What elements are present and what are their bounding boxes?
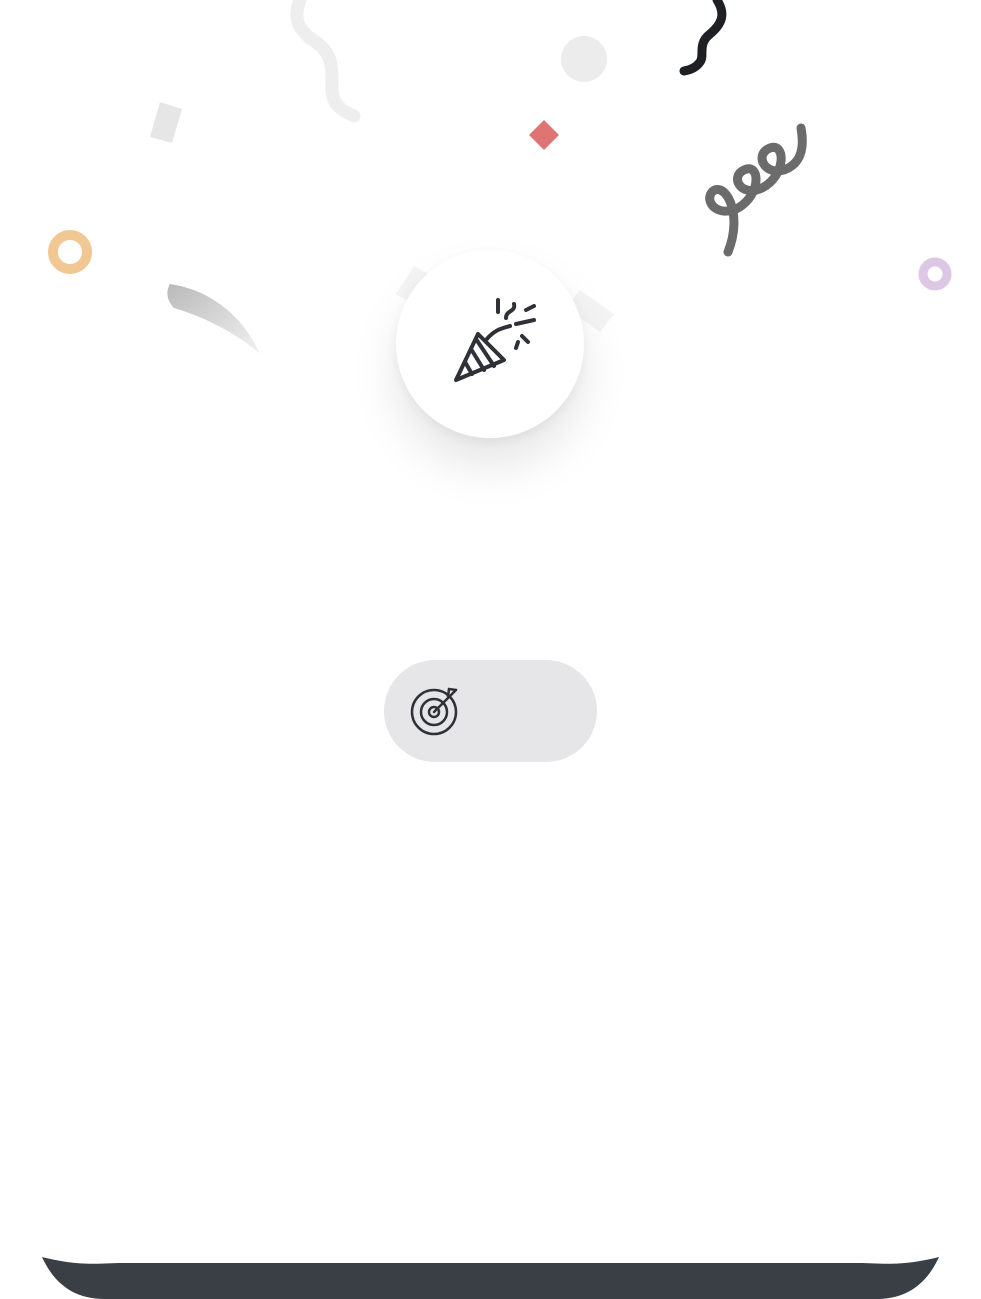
confetti-rect-gray <box>150 102 182 143</box>
party-popper-icon <box>454 298 536 382</box>
confetti-spring <box>705 123 807 257</box>
confetti-squiggle-gray <box>290 0 361 123</box>
confetti-decoration <box>48 0 952 354</box>
goal-chip[interactable] <box>384 660 597 762</box>
confetti-squiggle-black <box>679 0 727 76</box>
confetti-ring-lilac <box>918 257 952 291</box>
target-icon <box>410 687 458 736</box>
confetti-ring-orange <box>48 230 92 274</box>
confetti-swoosh <box>167 284 260 354</box>
confetti-dot-gray <box>561 36 607 82</box>
confetti-diamond-red <box>529 120 559 150</box>
celebration-badge <box>396 250 584 438</box>
bottom-sheet-edge <box>42 1257 939 1299</box>
